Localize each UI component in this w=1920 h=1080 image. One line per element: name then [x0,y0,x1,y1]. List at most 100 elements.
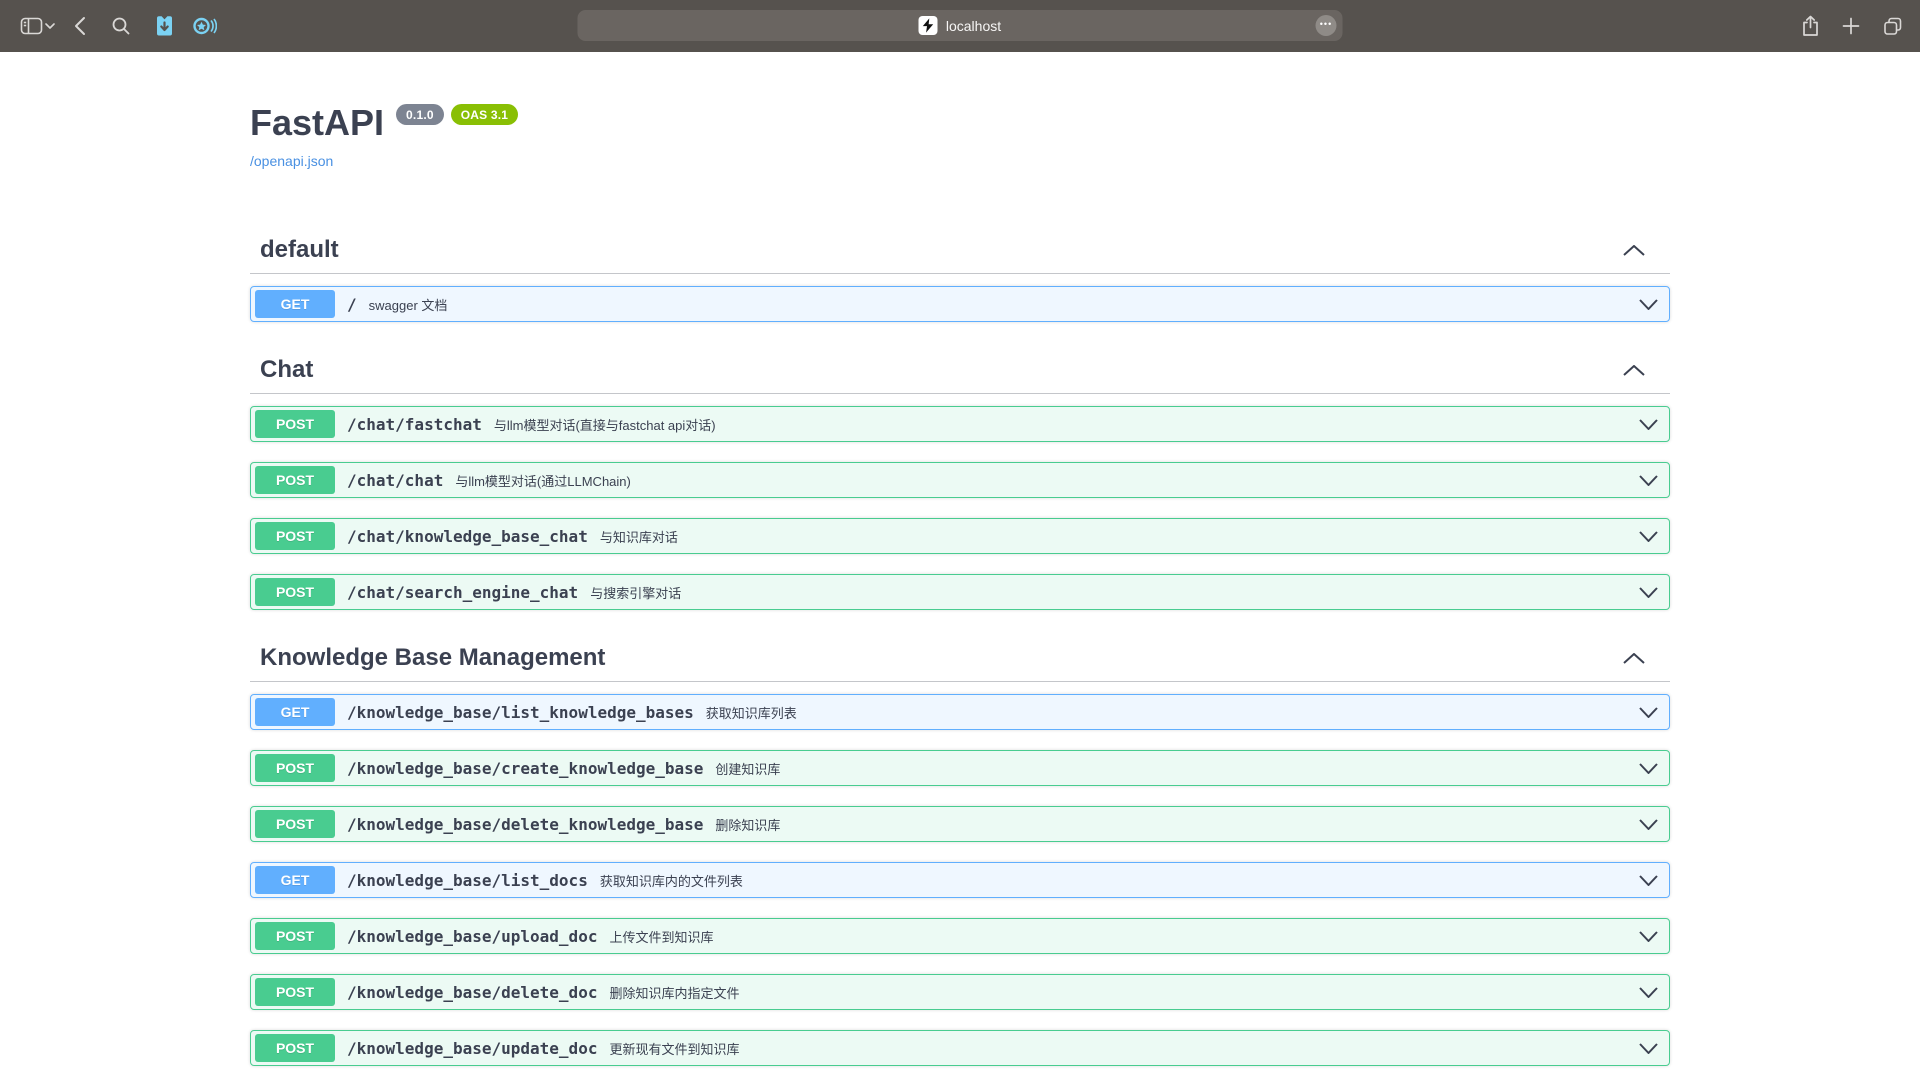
endpoint-description: 与llm模型对话(通过LLMChain) [455,471,1639,490]
page-settings-button[interactable]: ••• [1316,15,1337,36]
endpoint-row: GET /knowledge_base/list_docs 获取知识库内的文件列… [250,862,1670,898]
sidebar-toggle-button[interactable] [20,15,43,37]
endpoint-row: POST /knowledge_base/update_doc 更新现有文件到知… [250,1030,1670,1066]
extension-bookmark-button[interactable] [153,15,176,38]
api-title: FastAPI 0.1.0 OAS 3.1 [250,102,1670,144]
plus-icon [1842,17,1860,35]
chevron-down-icon[interactable] [1639,299,1658,310]
chevron-up-icon [1623,245,1645,256]
search-button[interactable] [111,16,131,36]
method-badge: POST [255,522,335,550]
endpoint-summary[interactable]: GET /knowledge_base/list_docs 获取知识库内的文件列… [251,863,1669,897]
extension-focus-button[interactable] [192,15,217,37]
chevron-down-icon [45,22,55,30]
section-header-chat[interactable]: Chat [250,348,1670,394]
new-tab-button[interactable] [1842,17,1860,35]
endpoint-description: 获取知识库列表 [706,703,1639,722]
endpoint-row: POST /knowledge_base/upload_doc 上传文件到知识库 [250,918,1670,954]
endpoint-row: POST /chat/knowledge_base_chat 与知识库对话 [250,518,1670,554]
share-button[interactable] [1801,15,1820,37]
endpoint-description: 删除知识库 [715,815,1639,834]
stacked-squares-icon [1882,15,1904,37]
method-badge: POST [255,1034,335,1062]
endpoint-row: GET / swagger 文档 [250,286,1670,322]
section-collapse-button[interactable] [1623,245,1645,256]
endpoint-path: /knowledge_base/create_knowledge_base [347,759,703,778]
endpoint-description: swagger 文档 [369,295,1639,314]
chevron-down-icon[interactable] [1639,419,1658,430]
api-title-text: FastAPI [250,102,384,144]
toolbar-right-group [1801,0,1904,52]
sidebar-icon [20,15,43,37]
back-button[interactable] [73,16,86,36]
rings-star-icon [192,15,217,37]
endpoint-path: /knowledge_base/delete_knowledge_base [347,815,703,834]
method-badge: POST [255,466,335,494]
site-favicon [919,16,938,35]
endpoint-path: /knowledge_base/list_knowledge_bases [347,703,694,722]
chevron-down-icon[interactable] [1639,875,1658,886]
chevron-down-icon[interactable] [1639,987,1658,998]
chevron-down-icon[interactable] [1639,763,1658,774]
method-badge: POST [255,578,335,606]
section-default: default GET / swagger 文档 [250,228,1670,322]
section-header-default[interactable]: default [250,228,1670,274]
endpoint-description: 删除知识库内指定文件 [609,983,1639,1002]
lightning-bolt-icon [922,18,935,33]
method-badge: POST [255,810,335,838]
endpoint-path: /chat/search_engine_chat [347,583,578,602]
address-bar[interactable]: localhost ••• [578,10,1343,41]
endpoint-summary[interactable]: POST /knowledge_base/upload_doc 上传文件到知识库 [251,919,1669,953]
endpoint-summary[interactable]: POST /chat/fastchat 与llm模型对话(直接与fastchat… [251,407,1669,441]
endpoint-summary[interactable]: GET / swagger 文档 [251,287,1669,321]
endpoint-summary[interactable]: POST /knowledge_base/delete_knowledge_ba… [251,807,1669,841]
endpoint-summary[interactable]: POST /knowledge_base/update_doc 更新现有文件到知… [251,1031,1669,1065]
endpoint-description: 更新现有文件到知识库 [609,1039,1639,1058]
endpoint-summary[interactable]: POST /chat/knowledge_base_chat 与知识库对话 [251,519,1669,553]
endpoint-row: POST /chat/chat 与llm模型对话(通过LLMChain) [250,462,1670,498]
section-collapse-button[interactable] [1623,365,1645,376]
section-title: default [260,236,339,264]
openapi-spec-link[interactable]: /openapi.json [250,153,333,169]
endpoint-summary[interactable]: GET /knowledge_base/list_knowledge_bases… [251,695,1669,729]
method-badge: GET [255,866,335,894]
endpoint-description: 与知识库对话 [600,527,1639,546]
ellipsis-icon: ••• [1320,20,1332,29]
endpoint-path: /chat/knowledge_base_chat [347,527,588,546]
section-chat: Chat POST /chat/fastchat 与llm模型对话(直接与fas… [250,348,1670,610]
endpoint-row: POST /knowledge_base/create_knowledge_ba… [250,750,1670,786]
chevron-down-icon[interactable] [1639,1043,1658,1054]
endpoint-summary[interactable]: POST /knowledge_base/create_knowledge_ba… [251,751,1669,785]
endpoint-description: 上传文件到知识库 [609,927,1639,946]
chevron-down-icon[interactable] [1639,931,1658,942]
chevron-down-icon[interactable] [1639,475,1658,486]
endpoint-summary[interactable]: POST /chat/chat 与llm模型对话(通过LLMChain) [251,463,1669,497]
section-collapse-button[interactable] [1623,653,1645,664]
search-icon [111,16,131,36]
endpoint-path: /knowledge_base/list_docs [347,871,588,890]
method-badge: POST [255,978,335,1006]
chevron-down-icon[interactable] [1639,819,1658,830]
chevron-down-icon[interactable] [1639,707,1658,718]
method-badge: POST [255,922,335,950]
method-badge: POST [255,754,335,782]
toolbar-left-group [0,15,217,38]
endpoint-path: / [347,295,357,314]
share-icon [1801,15,1820,37]
tab-overview-button[interactable] [1882,15,1904,37]
endpoint-description: 获取知识库内的文件列表 [600,871,1639,890]
chevron-up-icon [1623,653,1645,664]
endpoint-row: POST /knowledge_base/delete_doc 删除知识库内指定… [250,974,1670,1010]
endpoint-summary[interactable]: POST /knowledge_base/delete_doc 删除知识库内指定… [251,975,1669,1009]
endpoint-summary[interactable]: POST /chat/search_engine_chat 与搜索引擎对话 [251,575,1669,609]
chevron-down-icon[interactable] [1639,587,1658,598]
chevron-down-icon[interactable] [1639,531,1658,542]
sidebar-menu-chevron-button[interactable] [45,22,55,30]
section-title: Knowledge Base Management [260,644,605,672]
endpoint-path: /knowledge_base/upload_doc [347,927,597,946]
method-badge: GET [255,698,335,726]
endpoint-path: /knowledge_base/delete_doc [347,983,597,1002]
endpoint-path: /chat/chat [347,471,443,490]
section-title: Chat [260,356,313,384]
section-header-knowledge-base-management[interactable]: Knowledge Base Management [250,636,1670,682]
